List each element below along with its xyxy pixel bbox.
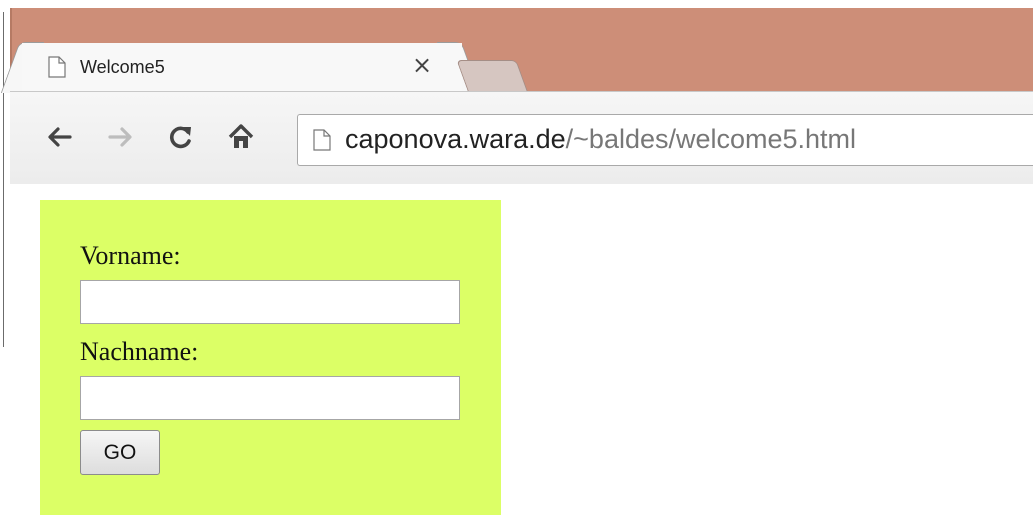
reload-button[interactable] bbox=[164, 120, 198, 154]
home-icon bbox=[228, 124, 254, 148]
reload-icon bbox=[169, 126, 191, 149]
nachname-input[interactable] bbox=[80, 376, 460, 420]
page-icon bbox=[313, 129, 331, 151]
page-icon bbox=[48, 56, 66, 78]
url-host: caponova.wara.de bbox=[345, 124, 566, 154]
new-tab-button[interactable] bbox=[456, 60, 528, 91]
tab-close-icon[interactable]: × bbox=[412, 53, 432, 77]
go-button[interactable]: GO bbox=[80, 430, 160, 475]
vorname-input[interactable] bbox=[80, 280, 460, 324]
home-button[interactable] bbox=[224, 120, 258, 154]
forward-arrow-icon bbox=[108, 127, 132, 147]
url-path: /~baldes/welcome5.html bbox=[565, 124, 857, 154]
desktop-divider bbox=[3, 12, 4, 347]
vorname-label: Vorname: bbox=[80, 241, 181, 270]
forward-button[interactable] bbox=[104, 120, 138, 154]
nachname-label: Nachname: bbox=[80, 337, 199, 366]
tab-title: Welcome5 bbox=[80, 57, 165, 77]
url-text[interactable]: caponova.wara.de/~baldes/welcome5.html bbox=[345, 119, 856, 159]
back-button[interactable] bbox=[42, 120, 76, 154]
back-arrow-icon bbox=[48, 127, 72, 147]
